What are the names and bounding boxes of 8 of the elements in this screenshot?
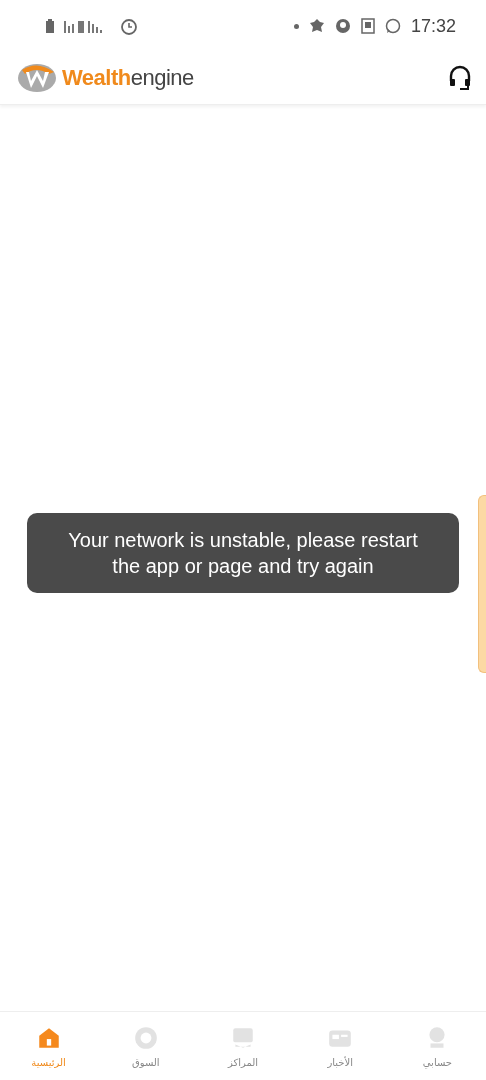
nav-tab[interactable]: المراكز <box>194 1012 292 1080</box>
nav-tab[interactable]: الأخبار <box>291 1012 389 1080</box>
brand-name: Wealthengine <box>62 65 194 91</box>
nav-tab[interactable]: السوق <box>97 1012 195 1080</box>
clock-time: 17:32 <box>410 15 456 37</box>
error-toast: Your network is unstable, please restart the app or page and try again <box>27 513 459 593</box>
nav-tab[interactable]: حسابي <box>388 1012 486 1080</box>
nav-tab[interactable]: الرئيسية <box>0 1012 98 1080</box>
